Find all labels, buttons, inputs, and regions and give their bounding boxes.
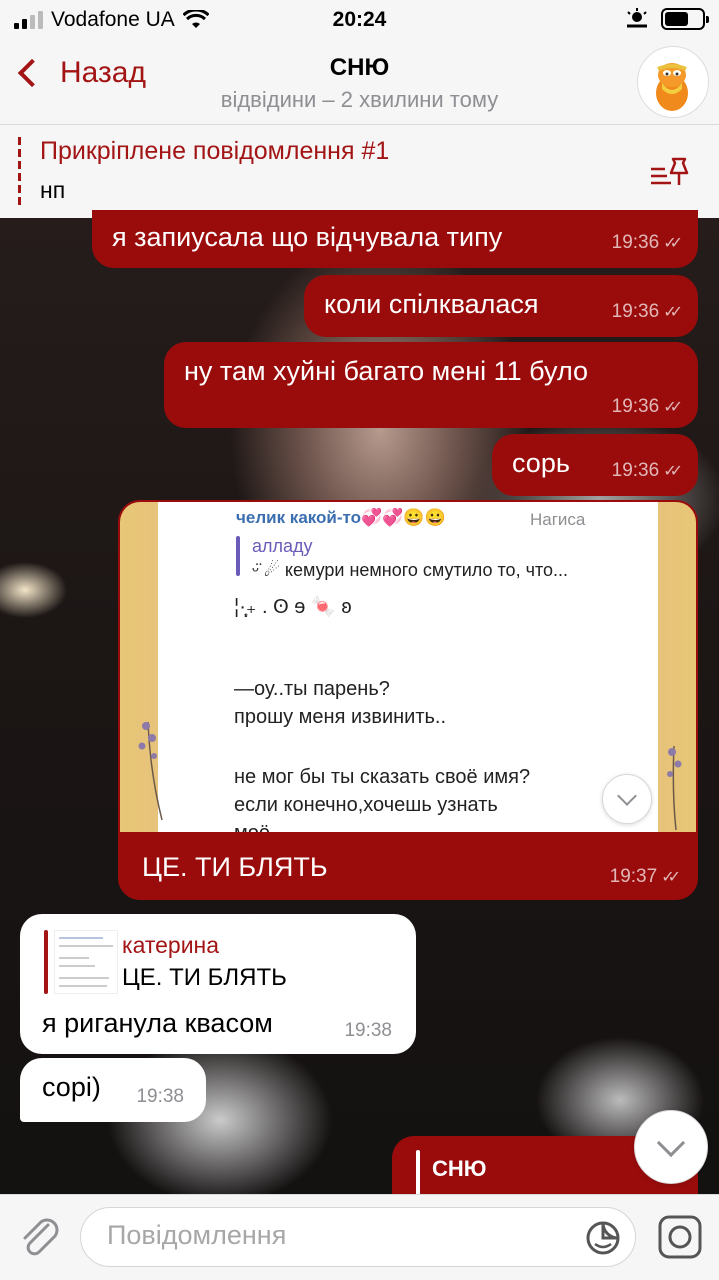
status-right (625, 8, 709, 30)
screenshot-scroll-down-button (602, 774, 652, 824)
screenshot-line: не мог бы ты сказать своё имя? (234, 766, 531, 788)
message-bubble-outgoing-photo[interactable]: челик какой-то💞💞😀😀 Нагиса алладу ᵕ̈ ☄ ке… (118, 500, 698, 900)
alarm-icon (627, 8, 647, 28)
chat-header: Назад СНЮ відвідини – 2 хвилини тому (0, 40, 719, 124)
read-checkmarks-icon: ✓✓ (661, 869, 681, 886)
message-input-bar (0, 1194, 719, 1280)
reply-sender: катерина (122, 932, 220, 958)
screenshot-reply-text: ᵕ̈ ☄ кемури немного смутило то, что... (252, 560, 569, 580)
message-text: сорь (512, 448, 570, 478)
message-meta: 19:37 ✓✓ (610, 866, 682, 888)
sticker-icon[interactable] (585, 1220, 621, 1256)
message-bubble-outgoing[interactable]: сорь 19:36 ✓✓ (492, 434, 698, 496)
screenshot-line: —оу..ты парень? (234, 678, 390, 700)
avatar[interactable] (637, 46, 709, 118)
chevron-down-icon (617, 786, 637, 807)
message-text: я запиусала що відчувала типу (112, 222, 503, 252)
message-time: 19:36 (611, 396, 660, 417)
screenshot-line: моё (234, 822, 270, 832)
screenshot-line: прошу меня извинить.. (234, 706, 447, 728)
message-input[interactable] (107, 1220, 577, 1251)
photo-caption: ЦЕ. ТИ БЛЯТЬ (142, 852, 328, 882)
battery-icon (661, 8, 709, 30)
message-text: коли спілквалася (324, 289, 539, 319)
message-meta: 19:38 (344, 1020, 392, 1042)
message-time: 19:37 (609, 866, 658, 887)
reply-quoted-text: ЦЕ. ТИ БЛЯТЬ (122, 964, 287, 991)
message-meta: 19:38 (136, 1086, 184, 1108)
screenshot-decor: ¦·̩͙₊ . ʘ ɘ 🍬 ʚ (234, 596, 352, 618)
reply-bar (44, 930, 48, 994)
message-time: 19:38 (344, 1020, 392, 1041)
screenshot-content: челик какой-то💞💞😀😀 Нагиса алладу ᵕ̈ ☄ ке… (158, 502, 658, 832)
screenshot-line: если конечно,хочешь узнать (234, 794, 498, 816)
read-checkmarks-icon: ✓✓ (663, 304, 683, 321)
status-time: 20:24 (332, 8, 387, 31)
last-seen-status: відвідини – 2 хвилини тому (220, 87, 499, 112)
reply-thumbnail (54, 930, 118, 994)
message-bubble-outgoing[interactable]: коли спілквалася 19:36 ✓✓ (304, 275, 698, 337)
screenshot-sender-right: Нагиса (530, 510, 586, 529)
message-field[interactable] (80, 1207, 636, 1267)
message-bubble-incoming[interactable]: сорі) 19:38 (20, 1058, 206, 1122)
chat-title[interactable]: СНЮ (0, 54, 719, 82)
reply-sender: СНЮ (432, 1156, 487, 1181)
message-time: 19:36 (611, 460, 660, 481)
message-time: 19:36 (611, 232, 660, 253)
message-meta: 19:36 ✓✓ (612, 232, 684, 254)
read-checkmarks-icon: ✓✓ (663, 235, 683, 252)
scroll-to-bottom-button[interactable] (634, 1110, 708, 1184)
instant-camera-icon[interactable] (657, 1214, 703, 1260)
chevron-down-icon (656, 1128, 686, 1157)
message-bubble-outgoing[interactable]: я запиусала що відчувала типу 19:36 ✓✓ (92, 210, 698, 268)
flower-decoration-icon (138, 721, 163, 821)
lorax-avatar-icon (656, 63, 688, 111)
pinned-indicator (18, 137, 21, 205)
read-checkmarks-icon: ✓✓ (663, 463, 683, 480)
message-meta: 19:36 ✓✓ (612, 460, 684, 482)
pinned-message-banner[interactable]: Прикріплене повідомлення #1 нп (0, 124, 719, 218)
message-meta: 19:36 ✓✓ (612, 396, 684, 418)
message-bubble-outgoing[interactable]: ну там хуйні багато мені 11 було 19:36 ✓… (164, 342, 698, 428)
paperclip-icon[interactable] (18, 1213, 62, 1261)
message-time: 19:36 (611, 301, 660, 322)
screenshot-reply-bar (236, 536, 240, 576)
message-text: я риганула квасом (42, 1008, 273, 1038)
screenshot-sender: челик какой-то💞💞😀😀 (236, 508, 446, 527)
pinned-title: Прикріплене повідомлення #1 (40, 137, 390, 165)
message-bubble-incoming[interactable]: катерина ЦЕ. ТИ БЛЯТЬ я риганула квасом … (20, 914, 416, 1054)
screenshot-reply-name: алладу (252, 536, 313, 556)
pinned-list-icon[interactable] (649, 155, 691, 189)
message-text: сорі) (42, 1072, 101, 1102)
message-meta: 19:36 ✓✓ (612, 301, 684, 323)
status-bar: Vodafone UA 20:24 (0, 0, 719, 40)
photo-attachment[interactable]: челик какой-то💞💞😀😀 Нагиса алладу ᵕ̈ ☄ ке… (120, 502, 696, 832)
read-checkmarks-icon: ✓✓ (663, 399, 683, 416)
message-text: ну там хуйні багато мені 11 було (184, 356, 589, 386)
message-time: 19:38 (136, 1086, 184, 1107)
flower-decoration-icon (667, 745, 682, 831)
pinned-text: нп (40, 177, 66, 203)
